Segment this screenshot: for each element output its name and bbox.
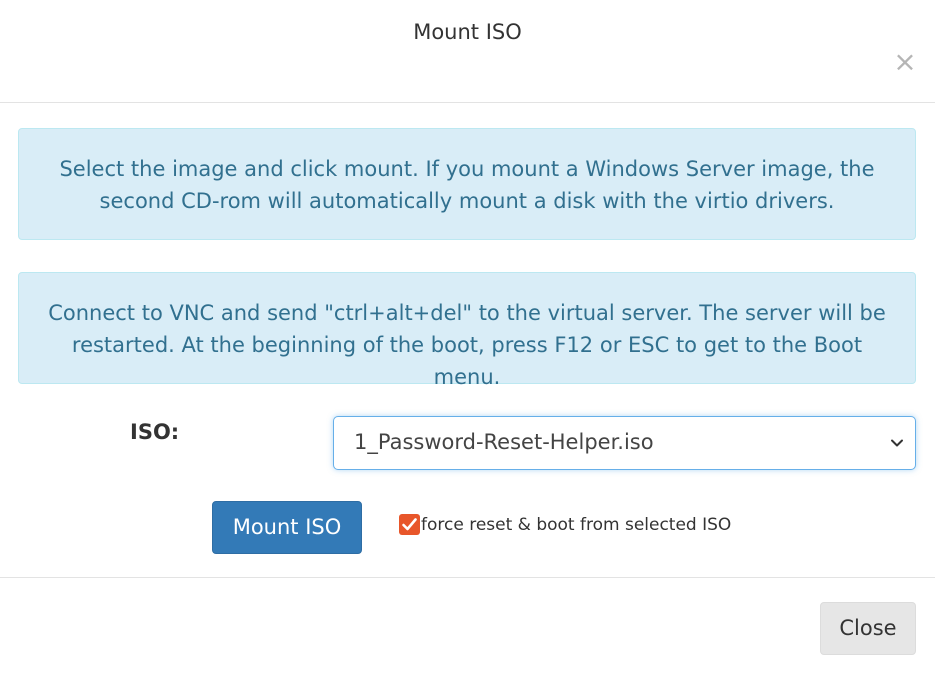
- modal-footer: [0, 577, 935, 673]
- close-icon[interactable]: ×: [893, 48, 917, 76]
- mount-iso-button[interactable]: Mount ISO: [212, 501, 362, 554]
- iso-select[interactable]: 1_Password-Reset-Helper.iso: [333, 416, 916, 470]
- modal-title: Mount ISO: [413, 20, 522, 44]
- info-alert-select-image: Select the image and click mount. If you…: [18, 128, 916, 240]
- check-icon: [402, 518, 417, 531]
- modal-header: Mount ISO ×: [0, 0, 935, 103]
- iso-label: ISO:: [130, 420, 180, 444]
- info-alert-vnc-reboot: Connect to VNC and send "ctrl+alt+del" t…: [18, 272, 916, 389]
- close-button[interactable]: Close: [820, 602, 916, 655]
- chevron-down-icon: [891, 439, 903, 447]
- force-reset-label[interactable]: force reset & boot from selected ISO: [421, 515, 731, 535]
- mount-iso-dialog: Mount ISO × Select the image and click m…: [0, 0, 935, 673]
- iso-select-value: 1_Password-Reset-Helper.iso: [354, 430, 654, 454]
- force-reset-checkbox[interactable]: [399, 514, 420, 535]
